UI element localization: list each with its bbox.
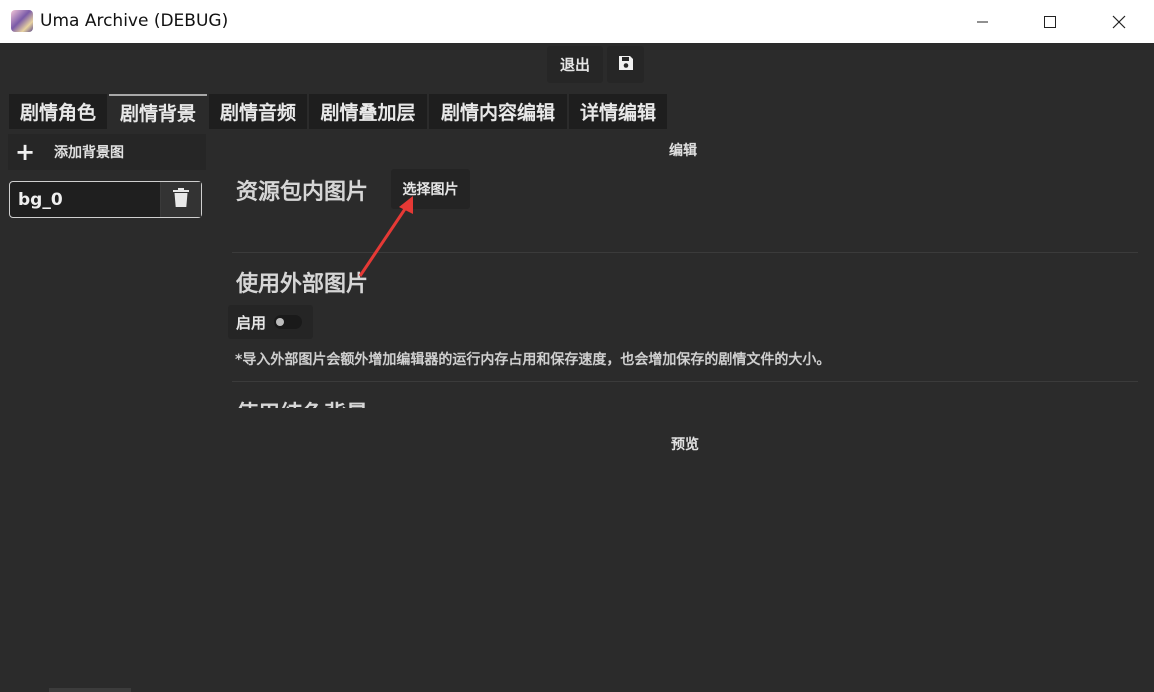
title-bar: Uma Archive (DEBUG) xyxy=(0,0,1154,43)
app-icon xyxy=(11,10,33,32)
trash-icon xyxy=(173,188,189,211)
toggle-switch[interactable] xyxy=(274,315,303,329)
annotation-arrow-icon xyxy=(358,196,413,277)
add-background-label: 添加背景图 xyxy=(54,145,124,161)
pack-image-label: 资源包内图片 xyxy=(236,180,369,205)
background-item-name: bg_0 xyxy=(18,189,63,210)
tab-story-characters[interactable]: 剧情角色 xyxy=(9,94,107,129)
plus-icon: + xyxy=(14,138,36,166)
window-title: Uma Archive (DEBUG) xyxy=(40,11,229,31)
divider xyxy=(232,381,1138,382)
tab-story-audio[interactable]: 剧情音频 xyxy=(209,94,307,129)
enable-toggle[interactable]: 启用 xyxy=(228,305,313,339)
background-list-item[interactable]: bg_0 xyxy=(9,181,202,218)
tab-story-backgrounds[interactable]: 剧情背景 xyxy=(109,94,207,129)
external-image-label: 使用外部图片 xyxy=(236,272,369,297)
solid-color-label: 使用纯色背景 xyxy=(236,396,368,408)
tab-detail-edit[interactable]: 详情编辑 xyxy=(569,94,667,129)
save-button[interactable] xyxy=(607,46,644,83)
close-icon[interactable] xyxy=(1096,0,1142,43)
edit-section-heading: 编辑 xyxy=(669,143,697,159)
tab-story-content-edit[interactable]: 剧情内容编辑 xyxy=(429,94,567,129)
tab-story-overlay[interactable]: 剧情叠加层 xyxy=(309,94,427,129)
tab-bar: 剧情角色 剧情背景 剧情音频 剧情叠加层 剧情内容编辑 详情编辑 xyxy=(9,94,669,129)
enable-label: 启用 xyxy=(236,313,267,332)
save-icon xyxy=(617,54,635,76)
maximize-icon[interactable] xyxy=(1027,0,1073,43)
add-background-button[interactable]: + 添加背景图 xyxy=(8,134,206,170)
exit-button[interactable]: 退出 xyxy=(547,46,603,83)
preview-section-heading: 预览 xyxy=(671,437,699,453)
external-image-note: *导入外部图片会额外增加编辑器的运行内存占用和保存速度，也会增加保存的剧情文件的… xyxy=(235,352,831,368)
delete-button[interactable] xyxy=(160,182,201,217)
toggle-knob xyxy=(276,318,285,326)
scroll-indicator xyxy=(49,688,131,692)
minimize-icon[interactable] xyxy=(960,0,1006,43)
